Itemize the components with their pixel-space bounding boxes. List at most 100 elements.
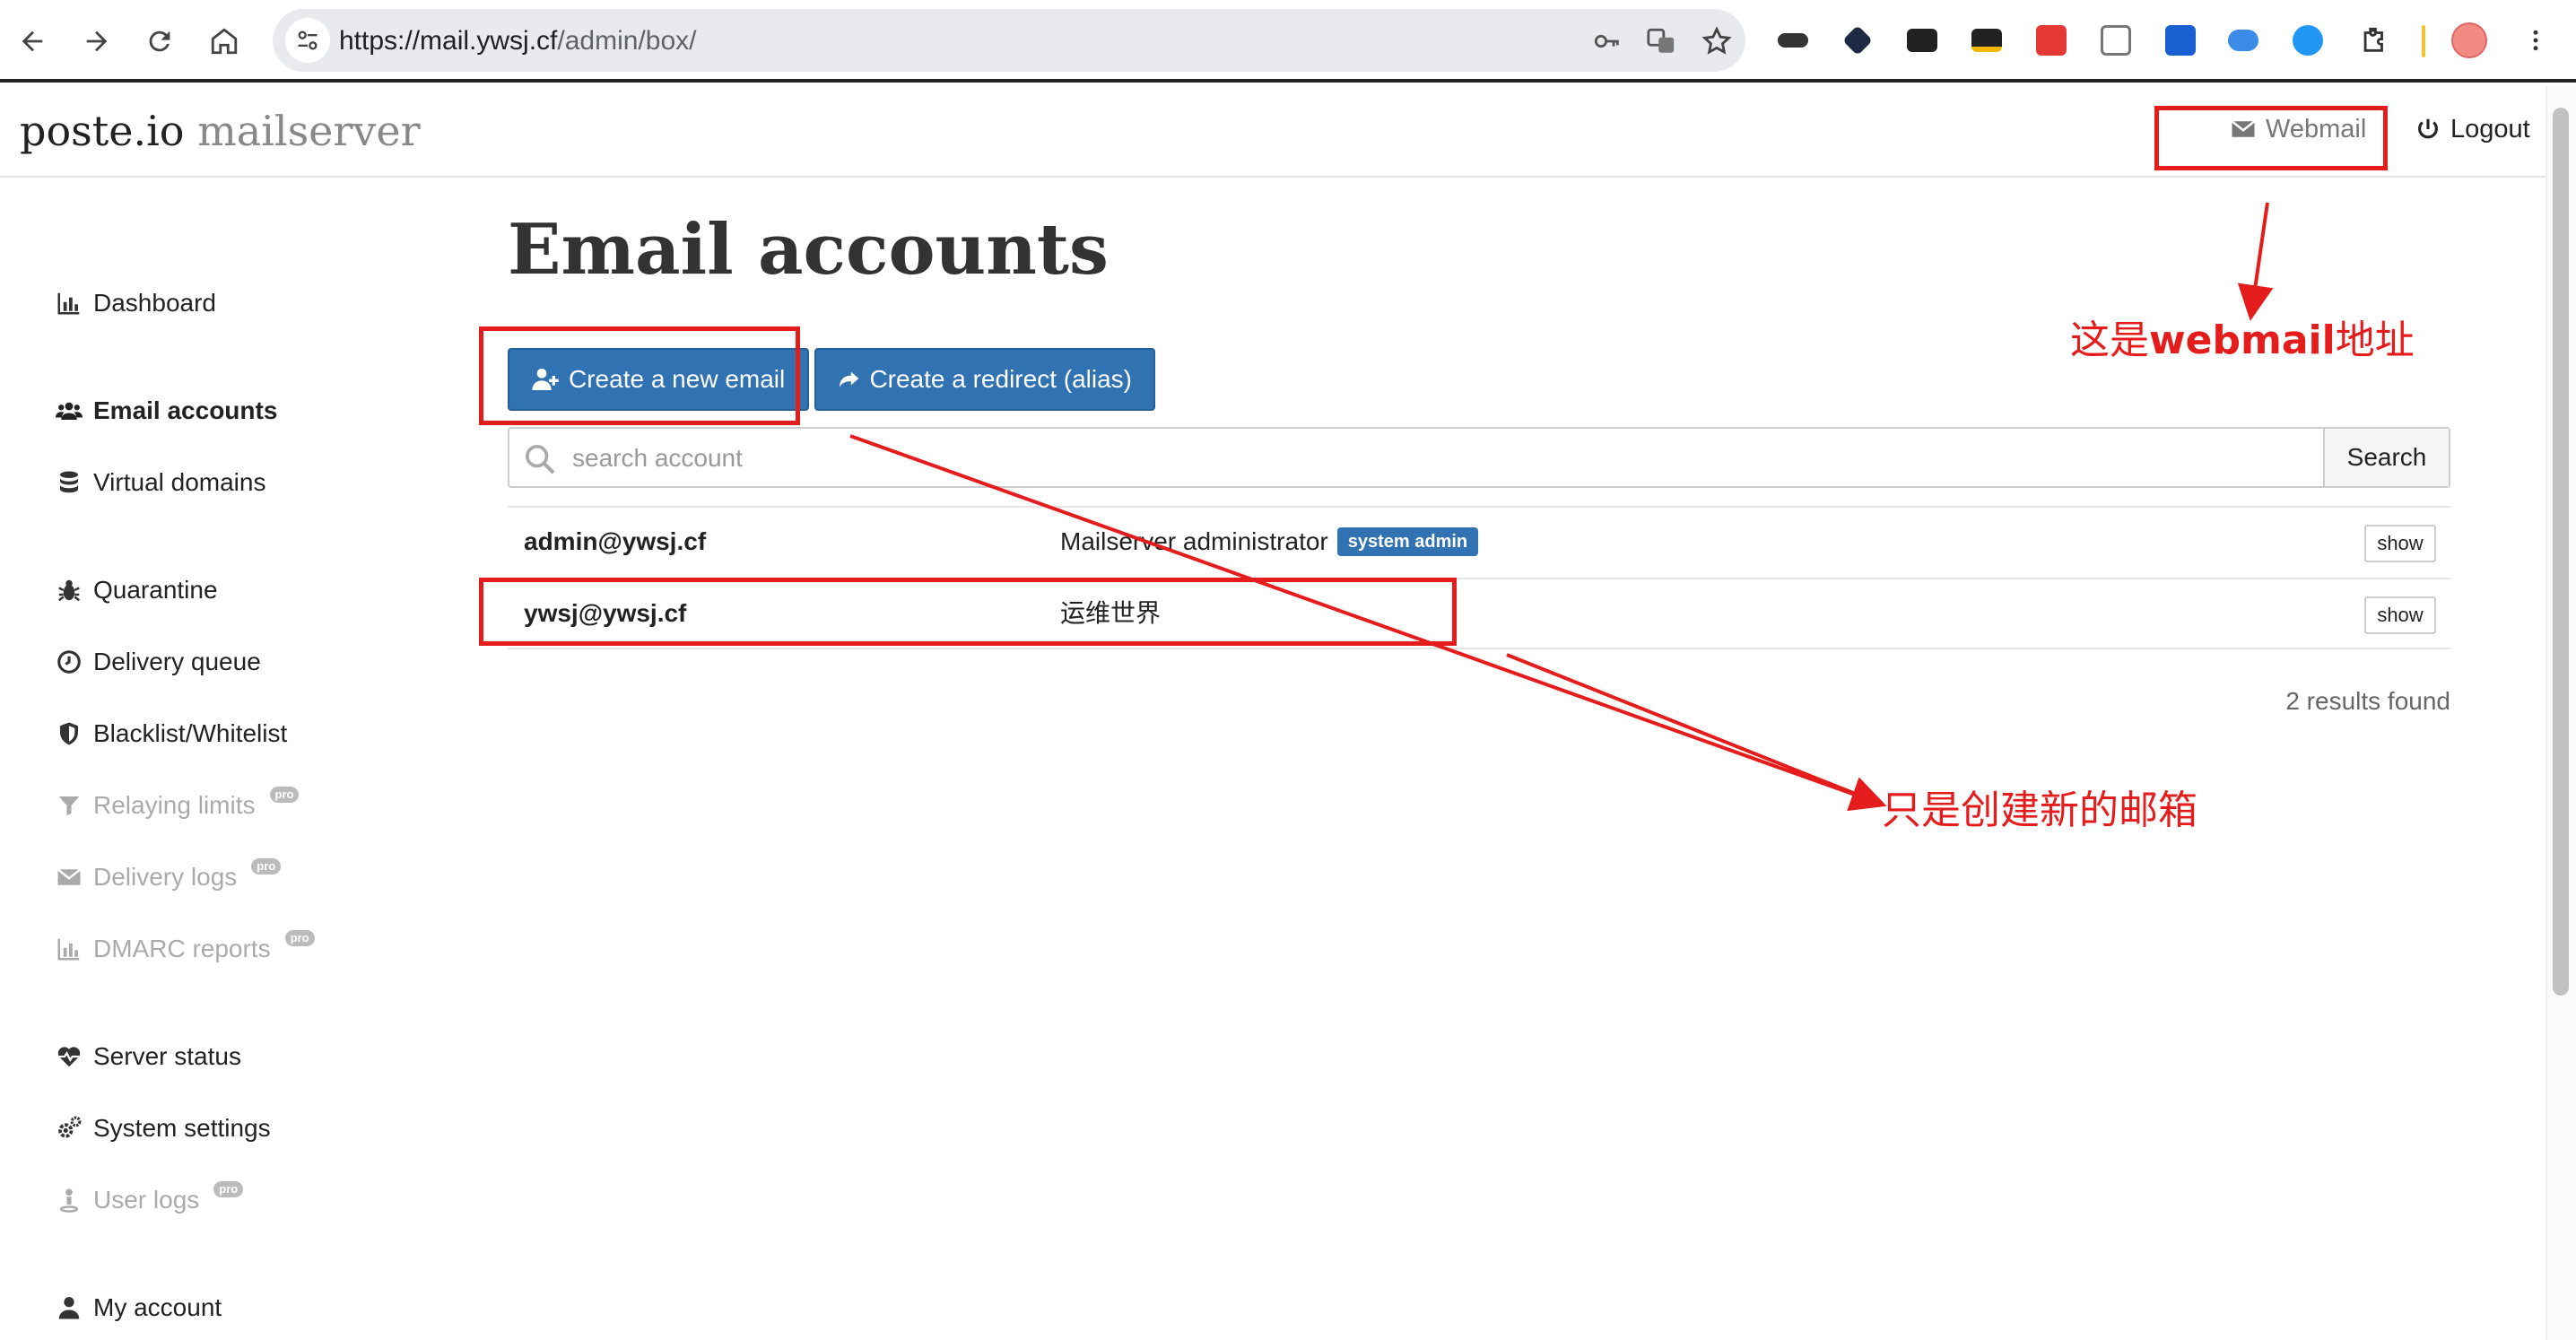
extension-cloud-icon[interactable]: [2223, 20, 2264, 61]
sidebar-item-label: System settings: [93, 1114, 271, 1142]
clock-icon: [57, 650, 81, 674]
sidebar-item-delivery-queue[interactable]: Delivery queue: [56, 644, 261, 680]
bookmark-star-icon[interactable]: [1699, 23, 1735, 59]
extension-blue-square-icon[interactable]: [2160, 20, 2201, 61]
sidebar-item-system-settings[interactable]: System settings: [56, 1110, 271, 1146]
password-key-icon[interactable]: [1589, 23, 1625, 59]
table-row: admin@ywsj.cf Mailserver administrator s…: [508, 506, 2450, 578]
profile-avatar[interactable]: [2449, 20, 2490, 61]
user-pin-icon: [60, 1188, 78, 1213]
annotation-webmail-bold: webmail: [2149, 318, 2336, 363]
home-button[interactable]: [201, 18, 248, 65]
tune-icon: [298, 30, 318, 50]
annotation-webmail-note: 这是webmail地址: [2070, 318, 2415, 364]
sidebar-item-dmarc-reports: DMARC reports pro: [56, 930, 315, 967]
create-redirect-button[interactable]: Create a redirect (alias): [814, 348, 1155, 411]
annotation-arrow-webmail: [2237, 202, 2274, 321]
account-name-cell: Mailserver administrator system admin: [1060, 524, 1479, 560]
sidebar-item-label: Virtual domains: [93, 468, 266, 496]
sidebar-item-label: Delivery logs: [93, 863, 238, 891]
back-button[interactable]: [9, 18, 56, 65]
site-info-button[interactable]: [285, 18, 330, 63]
bar-chart-icon: [57, 938, 80, 961]
annotation-webmail-suffix: 地址: [2335, 318, 2415, 363]
sidebar-item-label: User logs: [93, 1186, 200, 1214]
shield-icon: [60, 722, 78, 745]
show-button[interactable]: show: [2364, 525, 2436, 562]
annotation-create-note: 只是创建新的邮箱: [1882, 787, 2197, 833]
search-bar: Search: [508, 427, 2450, 488]
toolbar-separator: [2422, 25, 2425, 57]
pro-badge: pro: [213, 1181, 244, 1197]
extension-mask-icon[interactable]: [1772, 20, 1814, 61]
arrow-left-icon: [22, 30, 43, 52]
show-button[interactable]: show: [2364, 596, 2436, 634]
bug-icon: [58, 579, 80, 602]
sidebar-item-quarantine[interactable]: Quarantine: [56, 572, 218, 608]
search-icon: [520, 439, 560, 479]
sidebar-item-user-logs: User logs pro: [56, 1181, 244, 1218]
sidebar-item-virtual-domains[interactable]: Virtual domains: [56, 465, 265, 500]
sidebar-item-label: Relaying limits: [93, 791, 256, 819]
sidebar-item-label: Dashboard: [93, 289, 216, 317]
pro-badge: pro: [284, 930, 315, 946]
sidebar-item-label: Blacklist/Whitelist: [93, 719, 288, 747]
search-button[interactable]: Search: [2323, 429, 2449, 486]
annotation-box-create-email: [479, 326, 800, 425]
extension-red-icon[interactable]: [2031, 20, 2072, 61]
url-path: /admin/box/: [557, 26, 697, 56]
sidebar-item-dashboard[interactable]: Dashboard: [56, 285, 216, 321]
extension-terminal-icon[interactable]: [1966, 20, 2007, 61]
logout-label: Logout: [2450, 115, 2530, 144]
account-name: Mailserver administrator: [1060, 527, 1328, 555]
system-admin-badge: system admin: [1336, 527, 1479, 556]
annotation-box-new-account: [479, 578, 1457, 646]
brand-logo[interactable]: poste.io mailserver: [20, 106, 421, 156]
home-icon: [211, 28, 238, 55]
bar-chart-icon: [57, 292, 80, 315]
sidebar-item-label: Server status: [93, 1042, 241, 1070]
extension-card-icon[interactable]: [1902, 20, 1943, 61]
user-icon: [58, 1297, 80, 1319]
sidebar-item-email-accounts[interactable]: Email accounts: [56, 393, 277, 429]
extension-window-icon[interactable]: [2095, 20, 2137, 61]
sidebar-item-label: DMARC reports: [93, 935, 271, 962]
cogs-icon: [58, 1116, 82, 1138]
pro-badge: pro: [251, 858, 282, 874]
sidebar: Dashboard Email accounts Virtual domains…: [0, 179, 448, 1340]
address-bar[interactable]: https://mail.ywsj.cf/admin/box/: [273, 9, 1745, 72]
logout-link[interactable]: Logout: [2415, 111, 2530, 147]
reload-icon: [149, 30, 170, 52]
envelope-icon: [57, 868, 82, 885]
forward-button[interactable]: [74, 18, 120, 65]
brand-sub: mailserver: [197, 107, 421, 155]
sidebar-item-label: Quarantine: [93, 576, 218, 604]
page-title: Email accounts: [508, 209, 1109, 291]
sidebar-item-relaying-limits: Relaying limits pro: [56, 787, 300, 823]
annotation-arrow-account: [1506, 653, 1881, 805]
browser-menu-icon[interactable]: [2515, 20, 2556, 61]
sidebar-item-blacklist-whitelist[interactable]: Blacklist/Whitelist: [56, 716, 287, 752]
sidebar-item-delivery-logs: Delivery logs pro: [56, 858, 282, 895]
reload-button[interactable]: [136, 18, 183, 65]
sidebar-item-label: My account: [93, 1293, 222, 1321]
sidebar-item-label: Email accounts: [93, 396, 278, 424]
search-input[interactable]: [572, 436, 1918, 481]
account-email[interactable]: admin@ywsj.cf: [524, 524, 706, 560]
extension-hex-icon[interactable]: [1837, 20, 1878, 61]
extensions-puzzle-icon[interactable]: [2354, 20, 2395, 61]
url-text: https://mail.ywsj.cf/admin/box/: [339, 25, 696, 57]
sidebar-item-server-status[interactable]: Server status: [56, 1039, 241, 1075]
pro-badge: pro: [269, 787, 300, 803]
arrow-right-icon: [86, 30, 108, 52]
create-redirect-label: Create a redirect (alias): [869, 365, 1132, 393]
results-count: 2 results found: [2285, 687, 2450, 715]
sidebar-item-label: Delivery queue: [93, 648, 261, 675]
extension-h-icon[interactable]: [2287, 20, 2328, 61]
annotation-box-webmail: [2154, 106, 2388, 170]
sidebar-item-my-account[interactable]: My account: [56, 1290, 222, 1326]
translate-icon[interactable]: [1643, 23, 1679, 59]
filter-icon: [58, 796, 80, 816]
scrollbar-thumb[interactable]: [2553, 108, 2569, 996]
brand-main: poste.io: [20, 107, 185, 155]
